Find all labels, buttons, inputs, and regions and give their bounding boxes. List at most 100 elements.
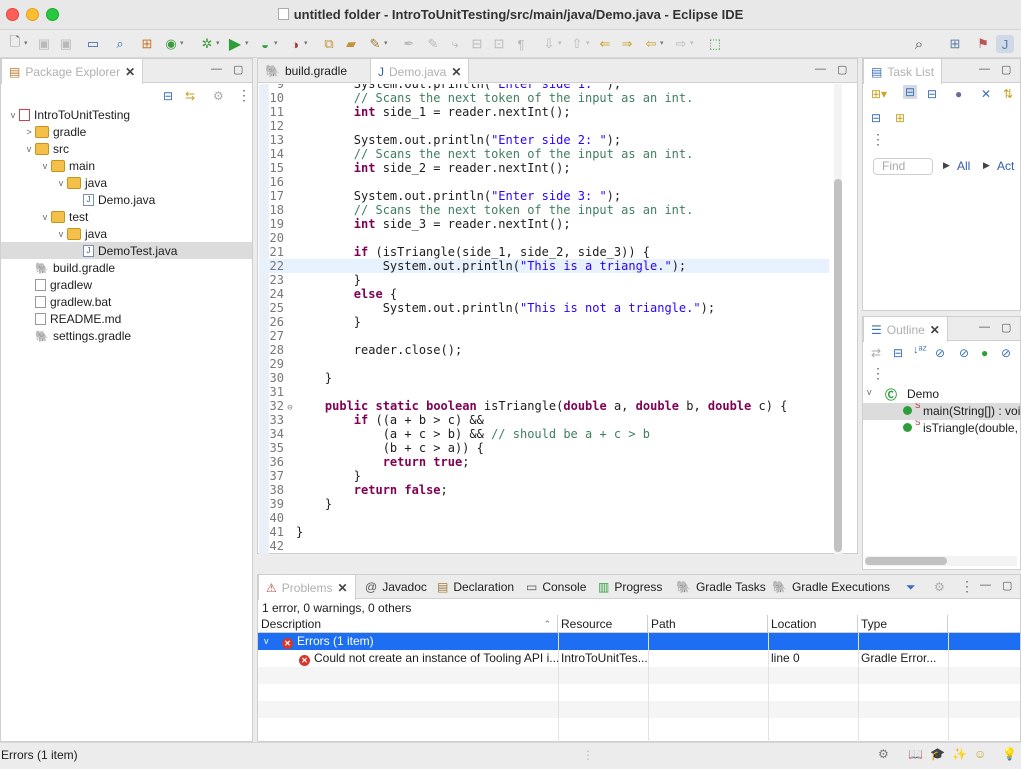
chevron-down-icon[interactable]: v [23,144,35,154]
filter-icon[interactable]: ⏷ [906,580,916,595]
code-line[interactable]: 32 ⊖ public static boolean isTriangle(dou… [259,399,829,413]
tab-demo-java[interactable]: J Demo.java ✕ [370,59,470,84]
new-task-icon[interactable]: ⊞▾ [871,87,887,101]
new-java-package-icon[interactable]: ⊞ [138,35,156,53]
lightbulb-icon[interactable]: 💡 [1002,747,1017,761]
chevron-down-icon[interactable]: v [867,387,872,397]
close-icon[interactable]: ✕ [930,323,940,337]
last-edit-icon[interactable]: ⇐ [596,35,614,53]
tree-item[interactable]: v java [1,174,252,191]
close-icon[interactable]: ✕ [125,65,135,79]
search-tool-icon[interactable]: ✎ [366,35,384,53]
code-line[interactable]: 15 int side_2 = reader.nextInt(); [259,161,829,175]
code-line[interactable]: 20 [259,231,829,245]
tab-progress[interactable]: ▥ Progress [591,575,669,599]
smiley-icon[interactable]: ☺ [974,747,986,761]
code-line[interactable]: 14 // Scans the next token of the input … [259,147,829,161]
code-line[interactable]: 33 if ((a + b > c) && [259,413,829,427]
code-line[interactable]: 29 [259,357,829,371]
pin-editor-icon[interactable]: ⬚ [706,35,724,53]
code-line[interactable]: 27 [259,329,829,343]
tab-task-list[interactable]: ▤ Task List [863,59,943,84]
forward-icon[interactable]: ⇨ [672,35,690,53]
toggle-whitespace-icon[interactable]: ⊟ [468,35,486,53]
tab-gradle-executions[interactable]: 🐘 Gradle Executions [765,575,897,599]
outline-class-row[interactable]: v Ⓒ Demo [863,386,1020,403]
book-icon[interactable]: 📖 [908,747,923,761]
scrollbar-thumb[interactable] [834,179,842,552]
toggle-block-icon[interactable]: ✎ [424,35,442,53]
code-line[interactable]: 28 reader.close(); [259,343,829,357]
chevron-down-icon[interactable]: v [7,110,19,120]
save-all-icon[interactable]: ▣ [57,35,75,53]
skip-breakpoints-icon[interactable]: ⌕ [111,35,129,53]
view-menu-icon[interactable]: ⋮ [871,131,885,148]
hide-local-types-icon[interactable]: ⊘ [1001,346,1011,360]
configure-icon[interactable]: ⚙ [934,580,945,594]
code-line[interactable]: 34 (a + c > b) && // should be a + c > b [259,427,829,441]
debug-icon[interactable]: ✲ [198,35,216,53]
expand-icon[interactable]: ⊞ [895,111,905,125]
focus-icon[interactable]: ⇅ [1003,87,1013,101]
maximize-icon[interactable]: ▢ [1002,579,1012,592]
link-with-editor-icon[interactable]: ⇆ [185,89,195,103]
java-perspective-icon[interactable]: J [996,35,1014,53]
tree-item[interactable]: J Demo.java [1,191,252,208]
tree-item[interactable]: v java [1,225,252,242]
wand-icon[interactable]: ✨ [952,747,967,761]
all-link[interactable]: All [957,159,970,173]
view-menu-icon[interactable]: ⋮ [237,87,251,104]
chevron-down-icon[interactable]: v [55,178,67,188]
col-resource[interactable]: Resource [558,615,648,633]
col-description[interactable]: Description ⌃ [258,615,558,633]
code-line[interactable]: 18 // Scans the next token of the input … [259,203,829,217]
collapse-all-icon[interactable]: ⊟ [163,89,173,103]
gradle-sync-icon[interactable]: ⚙ [878,747,889,761]
tab-declaration[interactable]: ▤ Declaration [430,575,521,599]
chevron-down-icon[interactable]: v [39,212,51,222]
show-whitespace-icon[interactable]: ⊡ [490,35,508,53]
code-line[interactable]: 35 (b + c > a)) { [259,441,829,455]
maximize-icon[interactable]: ▢ [1001,321,1011,334]
tutorials-icon[interactable]: 🎓 [930,747,945,761]
view-menu-icon[interactable]: ⋮ [871,365,885,382]
open-type-icon[interactable]: ⧉ [320,35,338,53]
maximize-icon[interactable]: ▢ [837,63,847,76]
tab-gradle-tasks[interactable]: 🐘 Gradle Tasks [669,575,773,599]
minimize-icon[interactable]: — [211,63,222,75]
sort-icon[interactable]: ↓ᵃᶻ [913,344,927,356]
code-line[interactable]: 17 System.out.println("Enter side 3: "); [259,189,829,203]
tab-build-gradle[interactable]: 🐘 build.gradle [258,59,354,83]
back-icon[interactable]: ⇦ [642,35,660,53]
tab-javadoc[interactable]: @ Javadoc [358,575,434,599]
code-line[interactable]: 41} [259,525,829,539]
code-line[interactable]: 36 return true; [259,455,829,469]
hide-nonpublic-icon[interactable]: ● [981,346,988,360]
toggle-word-wrap-icon[interactable]: ⤷ [446,35,464,53]
new-icon[interactable]: 🗋 [6,34,24,53]
tree-item[interactable]: 🐘 build.gradle [1,259,252,276]
code-line[interactable]: 11 int side_1 = reader.nextInt(); [259,105,829,119]
code-area[interactable]: 9 System.out.println("Enter side 1: "); 1… [259,84,834,554]
code-line[interactable]: 38 return false; [259,483,829,497]
code-line[interactable]: 40 [259,511,829,525]
open-perspective-icon[interactable]: ⊞ [946,35,964,53]
categorized-icon[interactable]: ⊟ [903,85,918,99]
tree-item[interactable]: v main [1,157,252,174]
tree-item[interactable]: v IntroToUnitTesting [1,106,252,123]
java-ee-perspective-icon[interactable]: ⚑ [974,35,992,53]
outline-member-row[interactable]: S main(String[]) : voi [863,403,1020,420]
code-line[interactable]: 21 if (isTriangle(side_1, side_2, side_3… [259,245,829,259]
tree-item[interactable]: v test [1,208,252,225]
maximize-icon[interactable]: ▢ [233,63,243,76]
vertical-scrollbar[interactable] [834,84,842,554]
chevron-right-icon[interactable]: > [23,127,35,137]
horizontal-scrollbar[interactable] [865,556,1017,566]
tree-item[interactable]: README.md [1,310,252,327]
tab-outline[interactable]: ☰ Outline ✕ [863,317,948,342]
filter-icon[interactable]: ⚙ [213,89,224,103]
code-line[interactable]: 30 } [259,371,829,385]
next-annotation-icon[interactable]: ⇩ [540,35,558,53]
tree-item[interactable]: 🐘 settings.gradle [1,327,252,344]
save-icon[interactable]: ▣ [35,35,53,53]
